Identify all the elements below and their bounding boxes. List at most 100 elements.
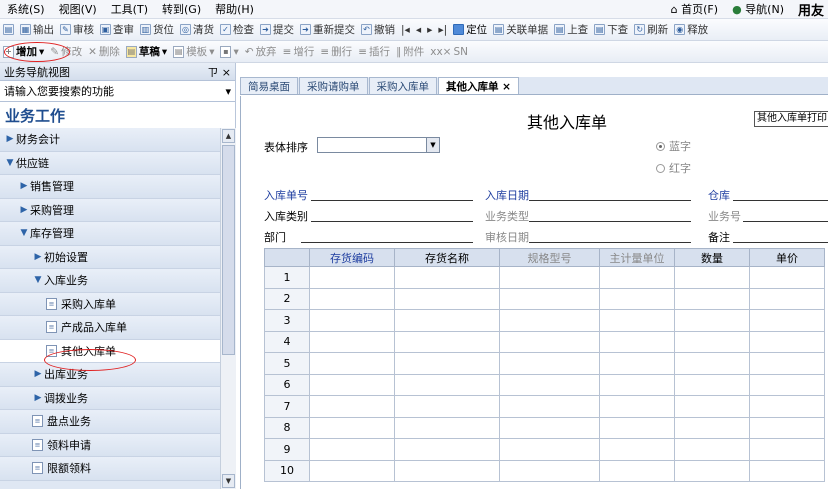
grid-cell[interactable] [674, 373, 750, 396]
sidebar-item-12[interactable]: ≡ 盘点业务 [0, 410, 220, 434]
tab-other-inbound[interactable]: 其他入库单 × [438, 77, 519, 94]
grid-cell[interactable] [309, 266, 395, 289]
grid-cell[interactable] [599, 352, 675, 375]
grid-cell[interactable] [394, 459, 500, 482]
sidebar-item-7[interactable]: ≡ 采购入库单 [0, 292, 220, 316]
sidebar-item-11[interactable]: ▶ 调拨业务 [0, 386, 220, 410]
grid-cell[interactable] [674, 287, 750, 310]
next-record-button[interactable]: ▸ [424, 24, 435, 36]
grid-cell[interactable] [309, 309, 395, 332]
grid-cell[interactable] [309, 459, 395, 482]
sidebar-scrollbar[interactable]: ▲ ▼ [220, 128, 236, 489]
grid-cell[interactable] [749, 352, 825, 375]
grid-cell[interactable] [309, 330, 395, 353]
sidebar-pin-close[interactable]: ㄗ × [207, 64, 231, 80]
row-number[interactable]: 1 [264, 266, 310, 289]
modify-button[interactable]: ✎ 修改 [47, 44, 85, 59]
collapsed-arrow-icon[interactable]: ▶ [32, 369, 44, 379]
sidebar-item-14[interactable]: ≡ 限额领料 [0, 457, 220, 481]
tab-desktop[interactable]: 简易桌面 [240, 77, 298, 94]
grid-cell[interactable] [394, 352, 500, 375]
grid-cell[interactable] [749, 287, 825, 310]
grid-cell[interactable] [309, 395, 395, 418]
collapsed-arrow-icon[interactable]: ▶ [18, 181, 30, 191]
grid-cell[interactable] [309, 287, 395, 310]
print-button[interactable]: ▤ [0, 24, 17, 35]
add-row-button[interactable]: ≡ 增行 [280, 44, 318, 59]
grid-cell[interactable] [749, 373, 825, 396]
template-button[interactable]: ▤ 模板 ▾ [170, 44, 217, 59]
col-spec[interactable]: 规格型号 [499, 248, 600, 267]
grid-cell[interactable] [599, 459, 675, 482]
grid-cell[interactable] [599, 287, 675, 310]
grid-cell[interactable] [749, 395, 825, 418]
grid-cell[interactable] [499, 459, 600, 482]
location-button[interactable]: ▥ 货位 [137, 22, 177, 37]
grid-cell[interactable] [674, 309, 750, 332]
grid-cell[interactable] [674, 459, 750, 482]
grid-cell[interactable] [499, 438, 600, 461]
grid-cell[interactable] [309, 416, 395, 439]
grid-cell[interactable] [394, 416, 500, 439]
grid-cell[interactable] [394, 266, 500, 289]
radio-blue[interactable]: 蓝字 [656, 138, 691, 154]
sidebar-item-2[interactable]: ▶ 销售管理 [0, 175, 220, 199]
grid-cell[interactable] [499, 352, 600, 375]
locate-button[interactable]: 定位 [450, 22, 490, 37]
search-input[interactable]: 请输入您要搜索的功能 ▾ [0, 81, 235, 102]
col-quantity[interactable]: 数量 [674, 248, 750, 267]
abandon-button[interactable]: ↶ 放弃 [242, 44, 280, 59]
release-button[interactable]: ◉ 释放 [671, 22, 711, 37]
grid-cell[interactable] [499, 373, 600, 396]
sidebar-item-6[interactable]: ▼ 入库业务 [0, 269, 220, 293]
submit-button[interactable]: ➜ 提交 [257, 22, 297, 37]
row-number[interactable]: 8 [264, 416, 310, 439]
home-link[interactable]: ⌂ 首页(F) [671, 1, 718, 17]
sidebar-item-9[interactable]: ≡ 其他入库单 [0, 339, 220, 363]
row-number[interactable]: 9 [264, 438, 310, 461]
menu-tools[interactable]: 工具(T) [104, 1, 155, 17]
row-number[interactable]: 10 [264, 459, 310, 482]
in-no-field[interactable] [311, 200, 473, 201]
trace-down-button[interactable]: ▤ 下查 [591, 22, 631, 37]
collapsed-arrow-icon[interactable]: ▶ [32, 393, 44, 403]
row-number[interactable]: 2 [264, 287, 310, 310]
row-number[interactable]: 5 [264, 352, 310, 375]
grid-cell[interactable] [599, 309, 675, 332]
grid-cell[interactable] [394, 395, 500, 418]
grid-cell[interactable] [499, 266, 600, 289]
in-type-field[interactable] [311, 221, 473, 222]
check-button[interactable]: ✓ 检查 [217, 22, 257, 37]
add-button[interactable]: + 增加 ▾ [0, 44, 47, 59]
grid-cell[interactable] [394, 330, 500, 353]
grid-cell[interactable] [674, 352, 750, 375]
scroll-thumb[interactable] [222, 145, 235, 355]
expanded-arrow-icon[interactable]: ▼ [32, 275, 44, 285]
grid-cell[interactable] [499, 395, 600, 418]
scroll-up-icon[interactable]: ▲ [222, 129, 235, 143]
sidebar-item-3[interactable]: ▶ 采购管理 [0, 198, 220, 222]
grid-cell[interactable] [309, 352, 395, 375]
related-docs-button[interactable]: ▤ 关联单据 [490, 22, 551, 37]
scroll-down-icon[interactable]: ▼ [222, 474, 235, 488]
sidebar-item-13[interactable]: ≡ 领料申请 [0, 433, 220, 457]
warehouse-field[interactable] [733, 200, 828, 201]
grid-cell[interactable] [394, 373, 500, 396]
sidebar-item-8[interactable]: ≡ 产成品入库单 [0, 316, 220, 340]
grid-cell[interactable] [599, 330, 675, 353]
col-inventory-name[interactable]: 存货名称 [394, 248, 500, 267]
grid-cell[interactable] [499, 330, 600, 353]
grid-cell[interactable] [749, 266, 825, 289]
col-price[interactable]: 单价 [749, 248, 825, 267]
sidebar-item-0[interactable]: ▶ 财务会计 [0, 128, 220, 152]
export-button[interactable]: ▦ 输出 [17, 22, 57, 37]
grid-cell[interactable] [309, 373, 395, 396]
grid-cell[interactable] [394, 287, 500, 310]
sn-button[interactable]: xx× SN [427, 46, 471, 58]
sidebar-item-5[interactable]: ▶ 初始设置 [0, 245, 220, 269]
sidebar-item-1[interactable]: ▼ 供应链 [0, 151, 220, 175]
sidebar-item-4[interactable]: ▼ 库存管理 [0, 222, 220, 246]
grid-cell[interactable] [499, 309, 600, 332]
grid-cell[interactable] [599, 266, 675, 289]
undo-button[interactable]: ↶ 撤销 [358, 22, 398, 37]
